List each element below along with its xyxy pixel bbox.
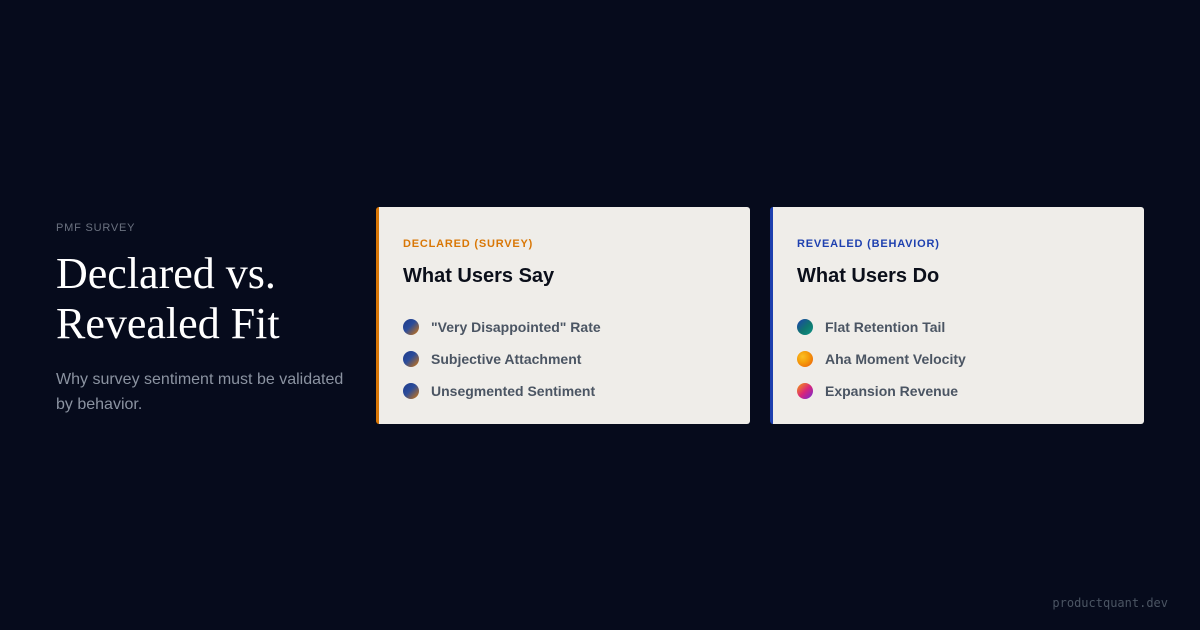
headline-line-1: Declared vs.: [56, 249, 276, 298]
declared-survey-card: DECLARED (SURVEY) What Users Say "Very D…: [376, 207, 750, 424]
list-item: Unsegmented Sentiment: [403, 375, 726, 407]
headline-line-2: Revealed Fit: [56, 299, 280, 348]
page-subtitle: Why survey sentiment must be validated b…: [56, 371, 344, 413]
revealed-items-list: Flat Retention Tail Aha Moment Velocity …: [797, 311, 1120, 407]
survey-dot-icon: [403, 351, 419, 367]
survey-dot-icon: [403, 383, 419, 399]
list-item: "Very Disappointed" Rate: [403, 311, 726, 343]
list-item: Flat Retention Tail: [797, 311, 1120, 343]
footer-domain: productquant.dev: [1052, 596, 1168, 610]
list-item-label: Expansion Revenue: [825, 383, 959, 399]
page-title: Declared vs. Revealed Fit: [56, 249, 346, 349]
expansion-dot-icon: [797, 383, 813, 399]
list-item-label: Aha Moment Velocity: [825, 351, 966, 367]
card-label-revealed: REVEALED (BEHAVIOR): [797, 238, 940, 250]
list-item: Subjective Attachment: [403, 343, 726, 375]
retention-dot-icon: [797, 319, 813, 335]
card-label-declared: DECLARED (SURVEY): [403, 238, 534, 250]
eyebrow-label: PMF SURVEY: [56, 222, 136, 234]
list-item-label: "Very Disappointed" Rate: [431, 319, 601, 335]
card-title-declared: What Users Say: [403, 265, 555, 287]
survey-dot-icon: [403, 319, 419, 335]
list-item-label: Subjective Attachment: [431, 351, 582, 367]
card-title-revealed: What Users Do: [797, 265, 940, 287]
intro-section: PMF SURVEY Declared vs. Revealed Fit Why…: [56, 222, 346, 417]
list-item-label: Unsegmented Sentiment: [431, 383, 596, 399]
list-item-label: Flat Retention Tail: [825, 319, 946, 335]
list-item: Expansion Revenue: [797, 375, 1120, 407]
revealed-behavior-card: REVEALED (BEHAVIOR) What Users Do Flat R…: [770, 207, 1144, 424]
aha-dot-icon: [797, 351, 813, 367]
declared-items-list: "Very Disappointed" Rate Subjective Atta…: [403, 311, 726, 407]
list-item: Aha Moment Velocity: [797, 343, 1120, 375]
